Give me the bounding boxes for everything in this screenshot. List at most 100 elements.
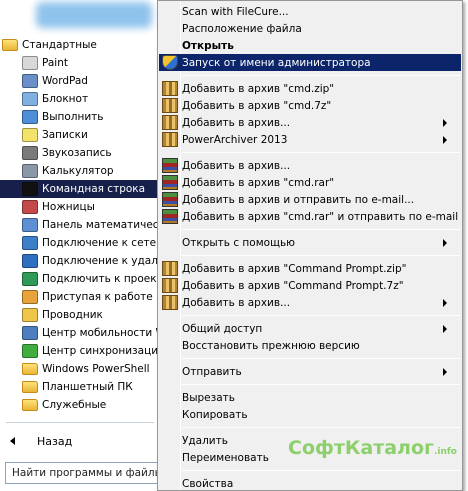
mobility-center-icon	[22, 326, 38, 340]
program-item-label: WordPad	[42, 75, 88, 87]
paint-icon	[22, 56, 38, 70]
program-item[interactable]: Подключение к сетево	[0, 234, 160, 252]
watermark-text: СофтКаталог	[288, 437, 434, 459]
program-item[interactable]: Планшетный ПК	[0, 378, 160, 396]
program-item-label: Записки	[42, 129, 88, 141]
menu-item[interactable]: Открыть	[159, 37, 461, 54]
menu-item[interactable]: Открыть с помощью	[159, 234, 461, 251]
program-item-selected[interactable]: Командная строка	[0, 180, 160, 198]
program-item[interactable]: Выполнить	[0, 108, 160, 126]
program-item[interactable]: Проводник	[0, 306, 160, 324]
menu-separator	[182, 75, 460, 76]
microphone-icon	[22, 146, 38, 160]
menu-item-label: Копировать	[182, 408, 248, 421]
menu-item[interactable]: Добавить в архив "cmd.zip"	[159, 80, 461, 97]
menu-item[interactable]: Общий доступ	[159, 320, 461, 337]
menu-item-label: Добавить в архив "cmd.zip"	[182, 82, 335, 95]
program-item[interactable]: Приступая к работе	[0, 288, 160, 306]
menu-item[interactable]: Scan with FileCure...	[159, 3, 461, 20]
submenu-arrow-icon	[443, 368, 447, 376]
folder-icon	[22, 381, 38, 393]
program-item-label: Блокнот	[42, 93, 89, 105]
menu-item[interactable]: Добавить в архив и отправить по e-mail..…	[159, 191, 461, 208]
program-item-label: Ножницы	[42, 201, 95, 213]
7zip-icon	[162, 278, 178, 293]
menu-item[interactable]: Отправить	[159, 363, 461, 380]
scissors-icon	[22, 200, 38, 214]
program-item[interactable]: Windows PowerShell	[0, 360, 160, 378]
menu-item-label: Добавить в архив...	[182, 296, 291, 309]
7zip-icon	[162, 81, 178, 96]
menu-item[interactable]: Добавить в архив "cmd.rar" и отправить п…	[159, 208, 461, 225]
menu-item-label: Открыть	[182, 39, 234, 52]
menu-item[interactable]: Копировать	[159, 406, 461, 423]
program-item-label: Проводник	[42, 309, 103, 321]
menu-item[interactable]: Свойства	[159, 475, 461, 491]
menu-item-label: Общий доступ	[182, 322, 263, 335]
program-item[interactable]: WordPad	[0, 72, 160, 90]
program-item[interactable]: Стандартные	[0, 36, 160, 54]
remote-desktop-icon	[22, 254, 38, 268]
back-button[interactable]: Назад	[0, 430, 160, 452]
program-item-label: Центр мобильности W	[42, 327, 160, 339]
menu-item-selected[interactable]: Запуск от имени администратора	[159, 54, 461, 71]
menu-item[interactable]: Вырезать	[159, 389, 461, 406]
menu-separator	[182, 384, 460, 385]
7zip-icon	[162, 132, 178, 147]
getting-started-icon	[22, 290, 38, 304]
program-list: Стандартные Paint WordPad Блокнот Выполнить З…	[0, 36, 160, 414]
program-item[interactable]: Звукозапись	[0, 144, 160, 162]
search-input[interactable]: Найти программы и файлы	[5, 462, 160, 484]
start-menu: Стандартные Paint WordPad Блокнот Выполнить З…	[0, 0, 160, 491]
menu-separator	[182, 470, 460, 471]
program-item[interactable]: Блокнот	[0, 90, 160, 108]
menu-item[interactable]: Расположение файла	[159, 20, 461, 37]
menu-item[interactable]: Добавить в архив "Command Prompt.zip"	[159, 260, 461, 277]
program-item[interactable]: Подключение к удале	[0, 252, 160, 270]
menu-separator	[182, 152, 460, 153]
program-item[interactable]: Ножницы	[0, 198, 160, 216]
program-item[interactable]: Панель математическ	[0, 216, 160, 234]
folder-icon	[2, 39, 18, 51]
back-button-label: Назад	[37, 434, 73, 448]
submenu-arrow-icon	[443, 239, 447, 247]
menu-item-label: Свойства	[182, 477, 234, 490]
menu-item-label: Добавить в архив...	[182, 116, 291, 129]
program-item[interactable]: Подключить к проект	[0, 270, 160, 288]
menu-item-label: Добавить в архив и отправить по e-mail..…	[182, 193, 415, 206]
program-item-label: Стандартные	[22, 39, 97, 51]
menu-separator	[182, 229, 460, 230]
menu-item[interactable]: Добавить в архив...	[159, 294, 461, 311]
menu-item-label: Открыть с помощью	[182, 236, 295, 249]
projector-icon	[22, 272, 38, 286]
program-item[interactable]: Служебные	[0, 396, 160, 414]
program-item[interactable]: Записки	[0, 126, 160, 144]
menu-separator	[182, 315, 460, 316]
7zip-icon	[162, 98, 178, 113]
menu-item[interactable]: Добавить в архив...	[159, 114, 461, 131]
sticky-notes-icon	[22, 128, 38, 142]
menu-item[interactable]: Добавить в архив...	[159, 157, 461, 174]
menu-item-label: Удалить	[182, 434, 228, 447]
menu-item[interactable]: Восстановить прежнюю версию	[159, 337, 461, 354]
menu-separator	[182, 255, 460, 256]
watermark: СофтКаталог.info	[288, 437, 457, 459]
start-menu-top-strip	[0, 0, 160, 35]
menu-item[interactable]: Добавить в архив "cmd.rar"	[159, 174, 461, 191]
menu-item-label: Добавить в архив "cmd.rar"	[182, 176, 335, 189]
menu-item[interactable]: Добавить в архив "cmd.7z"	[159, 97, 461, 114]
program-item[interactable]: Paint	[0, 54, 160, 72]
folder-icon	[22, 363, 38, 375]
7zip-icon	[162, 261, 178, 276]
program-item[interactable]: Калькулятор	[0, 162, 160, 180]
program-item[interactable]: Центр мобильности W	[0, 324, 160, 342]
menu-item-label: Добавить в архив "cmd.7z"	[182, 99, 332, 112]
menu-item[interactable]: Добавить в архив "Command Prompt.7z"	[159, 277, 461, 294]
calculator-icon	[22, 164, 38, 178]
menu-item-label: Добавить в архив "Command Prompt.7z"	[182, 279, 404, 292]
menu-item[interactable]: PowerArchiver 2013	[159, 131, 461, 148]
watermark-suffix: .info	[433, 447, 457, 457]
program-item[interactable]: Центр синхронизации	[0, 342, 160, 360]
submenu-arrow-icon	[443, 119, 447, 127]
menu-item-label: Добавить в архив...	[182, 159, 291, 172]
